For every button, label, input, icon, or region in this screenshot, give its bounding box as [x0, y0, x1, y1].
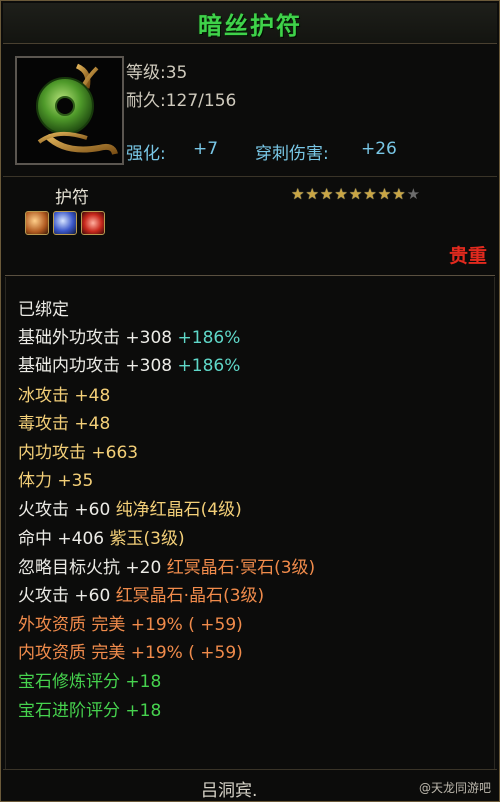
attr-fire-gem-1: 火攻击 +60 纯净红晶石(4级) — [18, 495, 242, 520]
star-icon: ★ — [334, 185, 348, 203]
blue-gem-icon — [53, 211, 77, 235]
watermark: @天龙同游吧 — [418, 781, 491, 795]
attr-percent: +186% — [177, 328, 241, 348]
attr-value: 火攻击 +60 — [18, 500, 111, 520]
attr-ignore-fire-res: 忽略目标火抗 +20 红冥晶石·冥石(3级) — [18, 553, 315, 578]
divider — [5, 275, 495, 276]
star-rating: ★ ★ ★ ★ ★ ★ ★ ★ ★ — [291, 185, 420, 203]
attr-ext-quality: 外攻资质 完美 +19% ( +59) — [18, 615, 243, 635]
item-tooltip: 暗丝护符 等级:35 耐久:127/156 强化: +7 穿刺伤害: +26 护… — [0, 0, 500, 802]
star-empty-icon: ★ — [406, 185, 421, 203]
star-icon: ★ — [377, 185, 392, 203]
attr-value: +308 — [125, 328, 173, 348]
star-icon: ★ — [363, 185, 377, 203]
attr-percent: +186% — [177, 356, 241, 376]
attribute-panel: 已绑定 基础外功攻击 +308 +186% 基础内功攻击 +308 +186% … — [5, 277, 495, 769]
item-subheader: 护符 ★ ★ ★ ★ ★ ★ ★ ★ ★ 贵重 — [3, 177, 497, 267]
level-stat: 等级:35 — [126, 63, 188, 83]
star-icon: ★ — [319, 185, 334, 203]
enhance-value: +7 — [193, 139, 219, 159]
attr-int-atk: 基础内功攻击 +308 +186% — [18, 351, 240, 376]
signature: 吕洞宾. — [201, 781, 258, 801]
attr-fire-gem-2: 火攻击 +60 红冥晶石·晶石(3级) — [18, 581, 264, 606]
item-name: 暗丝护符 — [198, 11, 302, 40]
valuable-tag: 贵重 — [448, 245, 487, 267]
bound-status: 已绑定 — [18, 300, 69, 320]
durability-stat: 耐久:127/156 — [126, 91, 237, 111]
attr-label: 基础内功攻击 — [18, 356, 120, 376]
gem-name: 紫玉(3级) — [109, 529, 185, 549]
amulet-icon — [15, 56, 124, 165]
attr-poison-atk: 毒攻击 +48 — [18, 414, 111, 434]
star-icon: ★ — [348, 185, 363, 203]
item-header: 等级:35 耐久:127/156 强化: +7 穿刺伤害: +26 — [3, 44, 497, 174]
attr-gem-advance-score: 宝石进阶评分 +18 — [18, 701, 162, 721]
footer: 吕洞宾. @天龙同游吧 — [3, 769, 497, 802]
attr-gem-refine-score: 宝石修炼评分 +18 — [18, 672, 162, 692]
enhance-label: 强化: — [126, 144, 166, 164]
pierce-value: +26 — [361, 139, 397, 159]
red-gem-icon — [81, 211, 105, 235]
attr-ice-atk: 冰攻击 +48 — [18, 386, 111, 406]
attr-value: +308 — [125, 356, 173, 376]
attr-internal-atk: 内功攻击 +663 — [18, 443, 139, 463]
jade-disc-icon — [17, 58, 122, 163]
attr-value: 命中 +406 — [18, 529, 105, 549]
attr-value: 火攻击 +60 — [18, 586, 111, 606]
star-icon: ★ — [291, 185, 305, 203]
gem-name: 纯净红晶石(4级) — [115, 500, 242, 520]
item-type: 护符 — [55, 188, 89, 208]
star-icon: ★ — [392, 185, 406, 203]
attr-int-quality: 内攻资质 完美 +19% ( +59) — [18, 643, 243, 663]
attr-value: 忽略目标火抗 +20 — [18, 558, 162, 578]
gem-name: 红冥晶石·冥石(3级) — [166, 558, 316, 578]
attr-stamina: 体力 +35 — [18, 471, 94, 491]
attr-ext-atk: 基础外功攻击 +308 +186% — [18, 323, 240, 348]
attr-hit-gem: 命中 +406 紫玉(3级) — [18, 524, 185, 549]
title-bar: 暗丝护符 — [3, 3, 497, 44]
gem-name: 红冥晶石·晶石(3级) — [115, 586, 265, 606]
orange-gem-icon — [25, 211, 49, 235]
gem-slots — [25, 211, 105, 235]
attr-label: 基础外功攻击 — [18, 328, 120, 348]
star-icon: ★ — [305, 185, 319, 203]
pierce-label: 穿刺伤害: — [255, 144, 329, 164]
